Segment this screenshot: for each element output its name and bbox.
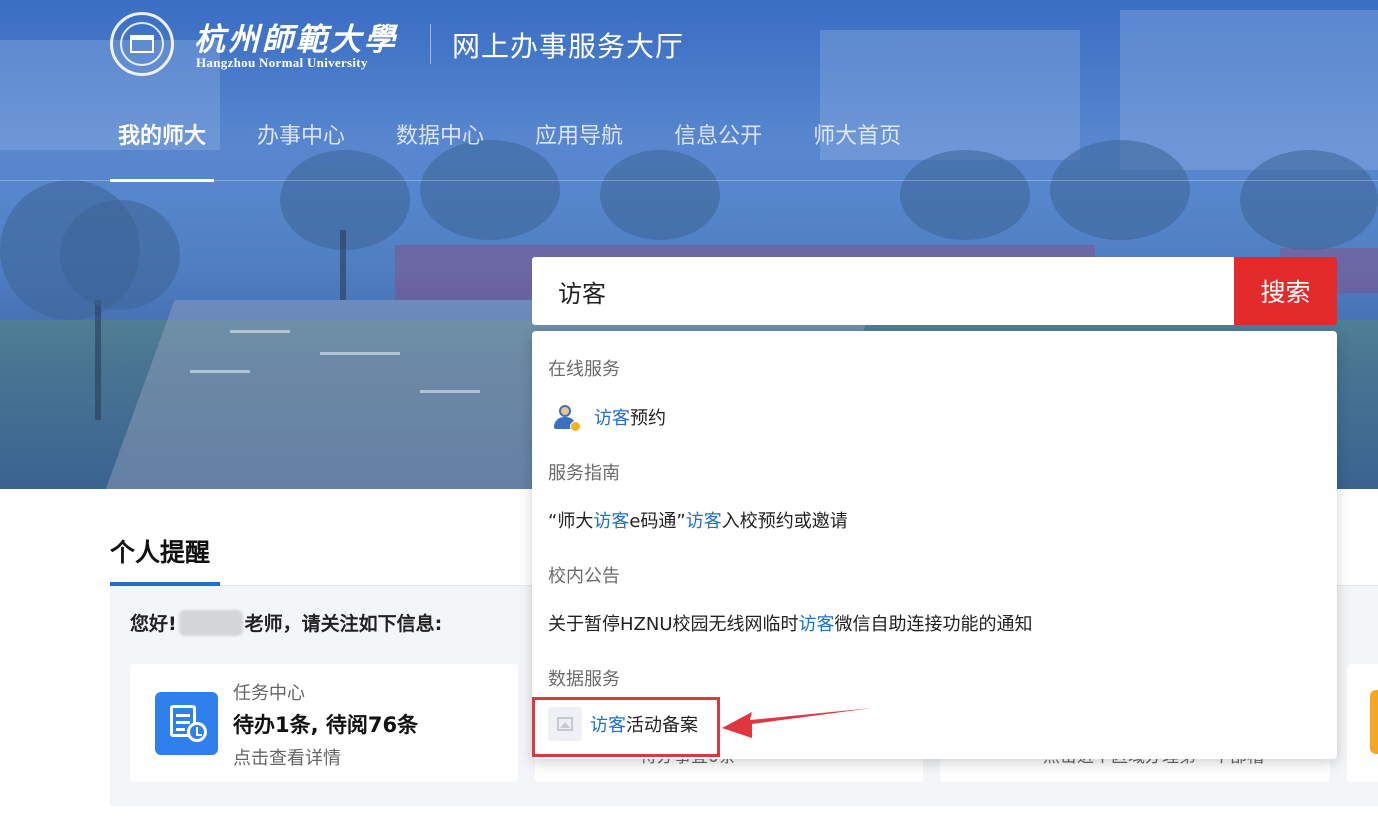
road-marking — [420, 390, 480, 393]
nav-divider — [0, 180, 1378, 181]
background-tree-trunk — [340, 230, 346, 300]
suggestion-text: “师大 — [548, 511, 594, 532]
suggestion-visitor-ecode-guide[interactable]: “师大 访客 e码通” 访客 入校预约或邀请 — [548, 500, 848, 540]
reminder-card-icon — [1370, 690, 1378, 754]
nav-item-service-center[interactable]: 办事中心 — [249, 120, 353, 182]
logo-divider — [430, 24, 431, 64]
suggestion-text: 预约 — [630, 408, 666, 429]
image-placeholder-icon — [548, 707, 582, 741]
suggestion-wifi-notice[interactable]: 关于暂停HZNU校园无线网临时 访客 微信自助连接功能的通知 — [548, 603, 1033, 643]
task-count-summary: 待办1条, 待阅76条 — [233, 713, 419, 737]
nav-item-app-navigation[interactable]: 应用导航 — [527, 120, 631, 182]
keyword-highlight: 访客 — [593, 511, 630, 532]
suggestion-text: 活动备案 — [626, 715, 698, 736]
road-marking — [320, 352, 400, 355]
keyword-highlight: 访客 — [590, 715, 626, 736]
keyword-highlight: 访客 — [685, 511, 722, 532]
suggestion-text: 关于暂停HZNU校园无线网临时 — [548, 614, 799, 635]
keyword-highlight: 访客 — [798, 614, 835, 635]
search-input[interactable] — [532, 257, 1234, 325]
task-clock-icon — [155, 692, 218, 755]
suggestion-visitor-appointment[interactable]: 访客 预约 — [552, 397, 666, 437]
suggestion-group-heading: 服务指南 — [548, 463, 620, 484]
task-center-label: 任务中心 — [233, 683, 305, 704]
nav-item-information-disclosure[interactable]: 信息公开 — [666, 120, 770, 182]
background-tree — [1240, 150, 1378, 250]
suggestion-group-heading: 数据服务 — [548, 669, 620, 690]
section-title-personal-reminders: 个人提醒 — [110, 538, 211, 567]
arrow-annotation-icon — [722, 708, 872, 738]
suggestion-visitor-activity-record[interactable]: 访客 活动备案 — [548, 704, 698, 744]
search-box — [532, 257, 1234, 325]
main-nav: 我的师大 办事中心 数据中心 应用导航 信息公开 师大首页 — [110, 120, 944, 182]
university-seal-logo[interactable] — [110, 12, 174, 76]
keyword-highlight: 访客 — [594, 408, 630, 429]
suggestion-group-heading: 校内公告 — [548, 566, 620, 587]
suggestion-text: e码通” — [629, 511, 686, 532]
seal-inner-ring — [120, 22, 164, 66]
view-details-link[interactable]: 点击查看详情 — [233, 744, 341, 770]
suggestion-text: 微信自助连接功能的通知 — [834, 614, 1033, 635]
masked-user-name — [178, 609, 243, 636]
background-tree — [1050, 140, 1190, 240]
search-button[interactable]: 搜索 — [1234, 257, 1337, 325]
road-marking — [190, 370, 250, 373]
road-marking — [230, 330, 290, 333]
nav-item-university-home[interactable]: 师大首页 — [805, 120, 909, 182]
greeting-prefix: 您好! — [130, 613, 177, 635]
suggestion-group-heading: 在线服务 — [548, 359, 620, 380]
visitor-icon — [552, 404, 581, 432]
search-suggestions-dropdown: 在线服务 访客 预约 服务指南 “师大 访客 e码通” 访客 入校预约或邀请 校内公告 关… — [532, 331, 1337, 759]
greeting-suffix: 老师，请关注如下信息: — [244, 613, 443, 635]
greeting-message: 您好! 老师，请关注如下信息: — [130, 609, 442, 636]
university-name-cn: 杭州師範大學 — [194, 22, 398, 58]
suggestion-text: 入校预约或邀请 — [721, 511, 848, 532]
background-tree — [60, 200, 180, 310]
background-building — [1120, 10, 1378, 170]
seal-building-icon — [130, 35, 154, 53]
background-tree-trunk — [95, 300, 101, 420]
portal-title: 网上办事服务大厅 — [452, 30, 685, 63]
nav-item-my-normal-university[interactable]: 我的师大 — [110, 120, 215, 182]
university-name-en: Hangzhou Normal University — [196, 55, 368, 70]
nav-item-data-center[interactable]: 数据中心 — [388, 120, 492, 182]
